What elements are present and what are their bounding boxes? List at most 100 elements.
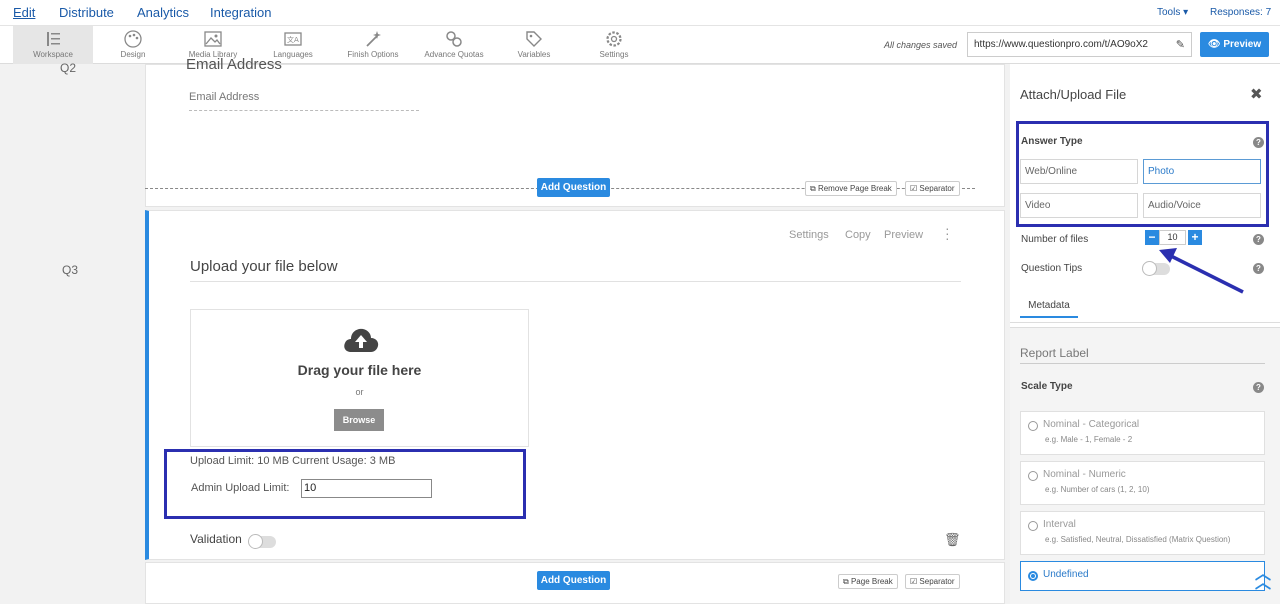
- q3-preview-link[interactable]: Preview: [884, 229, 923, 241]
- toolbar-label: Advance Quotas: [424, 50, 484, 59]
- answer-type-video[interactable]: Video: [1020, 193, 1138, 218]
- number-of-files-value[interactable]: 10: [1159, 230, 1186, 245]
- question-number-q2: Q2: [60, 61, 77, 75]
- tab-distribute[interactable]: Distribute: [59, 5, 114, 20]
- number-of-files-label: Number of files: [1021, 234, 1089, 245]
- radio-icon: [1028, 421, 1038, 431]
- page-break-icon: ⧉: [810, 184, 816, 193]
- decrement-button[interactable]: −: [1145, 230, 1159, 245]
- annotation-arrow: [1159, 248, 1244, 294]
- radio-icon: [1028, 521, 1038, 531]
- browse-button[interactable]: Browse: [334, 409, 384, 431]
- eye-icon: 👁: [1207, 39, 1221, 50]
- separator-label: Separator: [919, 577, 955, 586]
- page-break-icon: ⧉: [843, 577, 849, 586]
- toolbar-label: Variables: [517, 50, 551, 59]
- survey-url-text: https://www.questionpro.com/t/AO9oX2: [974, 39, 1148, 50]
- tab-analytics[interactable]: Analytics: [137, 5, 189, 20]
- scale-type-desc: e.g. Number of cars (1, 2, 10): [1045, 485, 1150, 494]
- answer-type-audio-voice[interactable]: Audio/Voice: [1143, 193, 1261, 218]
- gear-icon: [606, 31, 622, 47]
- scale-type-nominal-categorical[interactable]: Nominal - Categorical e.g. Male - 1, Fem…: [1020, 411, 1265, 455]
- image-icon: [204, 31, 222, 47]
- toolbar-variables[interactable]: Variables: [512, 26, 556, 64]
- trash-icon[interactable]: 🗑: [944, 532, 961, 548]
- close-icon[interactable]: ✖: [1250, 85, 1263, 103]
- tag-icon: [526, 31, 542, 47]
- separator-button[interactable]: ☑ Separator: [905, 181, 960, 196]
- separator-label: Separator: [919, 184, 955, 193]
- tab-edit[interactable]: Edit: [13, 5, 35, 20]
- add-question-button[interactable]: Add Question: [537, 178, 610, 197]
- top-nav: Edit Distribute Analytics Integration To…: [0, 0, 1280, 26]
- increment-button[interactable]: +: [1188, 230, 1202, 245]
- q2-title: Email Address: [186, 56, 282, 73]
- validation-toggle[interactable]: [248, 534, 276, 549]
- toolbar-design[interactable]: Design: [108, 26, 158, 64]
- email-placeholder: Email Address: [189, 91, 260, 103]
- toolbar-label: Settings: [599, 50, 629, 59]
- admin-upload-limit-input[interactable]: 10: [301, 479, 432, 498]
- scale-type-desc: e.g. Satisfied, Neutral, Dissatisfied (M…: [1045, 535, 1231, 544]
- drop-or-text: or: [355, 387, 364, 397]
- scale-type-name: Nominal - Numeric: [1043, 469, 1126, 480]
- scale-type-desc: e.g. Male - 1, Female - 2: [1045, 435, 1133, 444]
- help-icon[interactable]: ?: [1253, 382, 1264, 393]
- q3-settings-link[interactable]: Settings: [789, 229, 829, 241]
- survey-url-field[interactable]: https://www.questionpro.com/t/AO9oX2 ✎: [967, 32, 1192, 57]
- scale-type-name: Undefined: [1043, 569, 1089, 580]
- toolbar-advance-quotas[interactable]: Advance Quotas: [420, 26, 488, 64]
- preview-label: Preview: [1223, 39, 1262, 50]
- tab-integration[interactable]: Integration: [210, 5, 271, 20]
- radio-icon: [1028, 571, 1038, 581]
- magic-wand-icon: [366, 31, 381, 47]
- answer-type-photo[interactable]: Photo: [1143, 159, 1261, 184]
- add-question-button[interactable]: Add Question: [537, 571, 610, 590]
- tab-metadata[interactable]: Metadata: [1020, 300, 1078, 318]
- tools-menu[interactable]: Tools ▾: [1157, 7, 1188, 18]
- palette-icon: [124, 30, 142, 48]
- email-field[interactable]: Email Address: [189, 91, 419, 111]
- panel-tab-divider: [1010, 322, 1280, 323]
- page-break-label: Page Break: [850, 577, 893, 586]
- admin-upload-limit-label: Admin Upload Limit:: [191, 482, 290, 494]
- link-chain-icon: [446, 31, 462, 47]
- panel-title: Attach/Upload File: [1020, 87, 1127, 102]
- report-label-field[interactable]: Report Label: [1020, 346, 1265, 364]
- help-icon[interactable]: ?: [1253, 137, 1264, 148]
- toolbar-label: Workspace: [33, 50, 73, 59]
- scale-type-label: Scale Type: [1021, 381, 1073, 392]
- cloud-upload-icon: [344, 328, 379, 352]
- scroll-to-top-icon[interactable]: ︿ ︿: [1255, 567, 1271, 592]
- toolbar-finish-options[interactable]: Finish Options: [342, 26, 404, 64]
- workspace-icon: [47, 32, 60, 46]
- q3-title-underline: [190, 281, 961, 282]
- answer-type-label: Answer Type: [1021, 136, 1083, 147]
- page-break-button[interactable]: ⧉ Page Break: [838, 574, 898, 589]
- answer-type-web-online[interactable]: Web/Online: [1020, 159, 1138, 184]
- q3-title: Upload your file below: [190, 258, 338, 275]
- separator-button[interactable]: ☑ Separator: [905, 574, 960, 589]
- scale-type-undefined[interactable]: Undefined: [1020, 561, 1265, 591]
- responses-link[interactable]: Responses: 7: [1210, 7, 1271, 18]
- preview-button[interactable]: 👁 Preview: [1200, 32, 1269, 57]
- toolbar-workspace[interactable]: Workspace: [13, 26, 93, 64]
- question-number-q3: Q3: [62, 263, 79, 277]
- scale-type-interval[interactable]: Interval e.g. Satisfied, Neutral, Dissat…: [1020, 511, 1265, 555]
- pencil-icon[interactable]: ✎: [1176, 38, 1185, 51]
- radio-icon: [1028, 471, 1038, 481]
- upload-limit-text: Upload Limit: 10 MB Current Usage: 3 MB: [190, 455, 396, 467]
- toolbar-label: Finish Options: [347, 50, 399, 59]
- toolbar-label: Design: [120, 50, 146, 59]
- translate-icon: 文A: [284, 32, 302, 46]
- save-status: All changes saved: [884, 40, 958, 50]
- remove-page-break-label: Remove Page Break: [817, 184, 892, 193]
- q3-copy-link[interactable]: Copy: [845, 229, 871, 241]
- remove-page-break-button[interactable]: ⧉ Remove Page Break: [805, 181, 897, 196]
- question-tips-label: Question Tips: [1021, 263, 1083, 274]
- toolbar-settings[interactable]: Settings: [596, 26, 632, 64]
- toggle-knob: [248, 534, 263, 549]
- scale-type-name: Nominal - Categorical: [1043, 419, 1140, 430]
- scale-type-nominal-numeric[interactable]: Nominal - Numeric e.g. Number of cars (1…: [1020, 461, 1265, 505]
- more-options-icon[interactable]: · · ·: [945, 221, 950, 245]
